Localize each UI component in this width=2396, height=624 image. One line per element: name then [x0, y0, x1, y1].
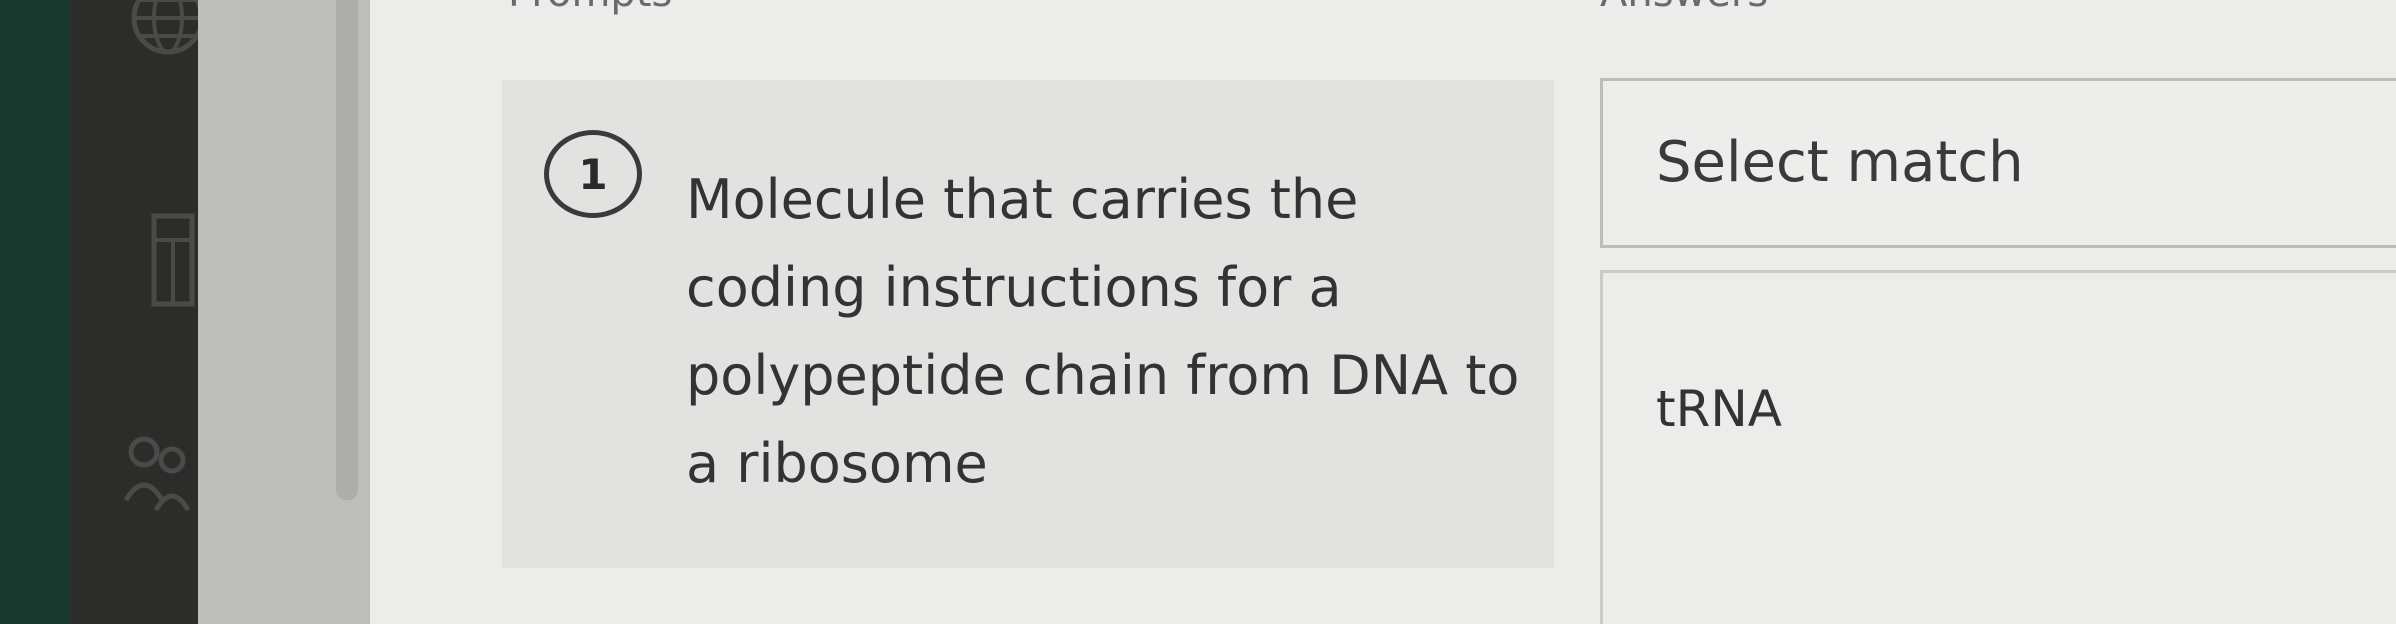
screen: Prompts Answers 1 Molecule that carries …	[0, 0, 2396, 624]
select-match-placeholder: Select match	[1656, 130, 2024, 195]
globe-icon[interactable]	[128, 0, 208, 58]
people-icon[interactable]	[122, 430, 192, 540]
answer-option-label: tRNA	[1656, 380, 1782, 438]
grid-icon[interactable]	[150, 210, 200, 310]
edge-strip	[0, 0, 80, 624]
prompt-number-badge: 1	[544, 130, 642, 218]
answer-option-card[interactable]	[1600, 270, 2396, 624]
prompts-column-header: Prompts	[508, 0, 672, 16]
scrollbar-thumb[interactable]	[336, 0, 358, 500]
answers-column-header: Answers	[1600, 0, 1768, 16]
prompt-text: Molecule that carries the coding instruc…	[686, 168, 1520, 495]
